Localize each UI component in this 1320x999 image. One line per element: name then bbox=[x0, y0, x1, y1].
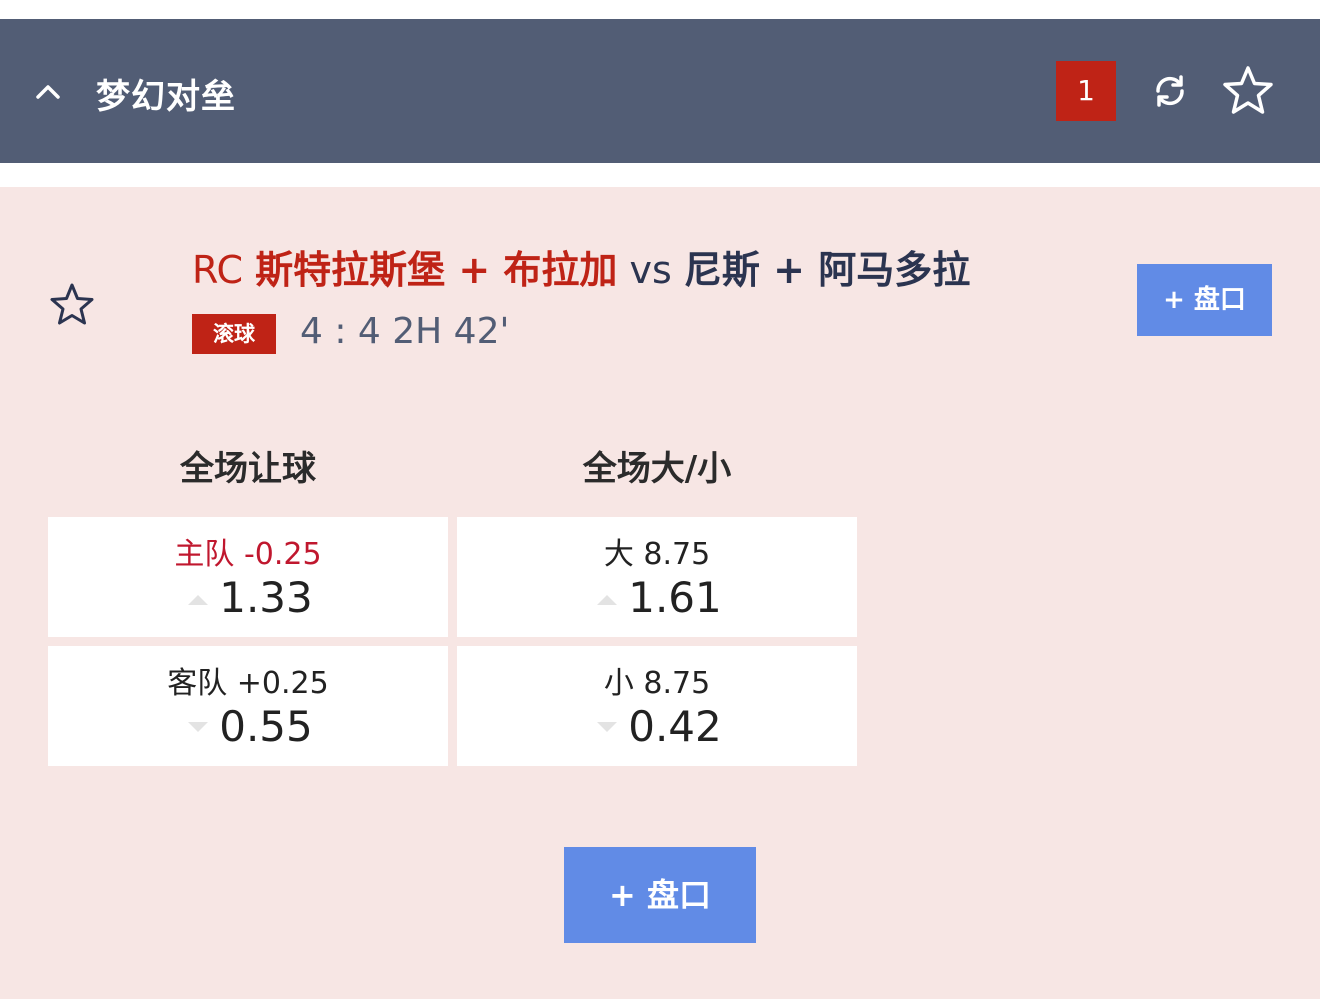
add-market-button[interactable]: + 盘口 bbox=[1137, 264, 1272, 336]
odds-label: 小 8.75 bbox=[603, 666, 711, 701]
odds-value: 1.33 bbox=[219, 573, 313, 622]
match-count-badge: 1 bbox=[1056, 61, 1116, 121]
handicap-column-title: 全场让球 bbox=[180, 449, 316, 489]
add-market-bottom-button[interactable]: + 盘口 bbox=[564, 847, 756, 943]
vs-label: vs bbox=[617, 248, 684, 292]
chevron-up-icon[interactable] bbox=[28, 71, 68, 111]
odds-cell-under[interactable]: 小 8.75 0.42 bbox=[457, 646, 857, 766]
star-outline-icon[interactable] bbox=[1220, 63, 1276, 119]
totals-column-title: 全场大/小 bbox=[582, 449, 732, 489]
odds-cell-over[interactable]: 大 8.75 1.61 bbox=[457, 517, 857, 637]
odds-label: 主队 -0.25 bbox=[174, 537, 322, 572]
away-team: 尼斯 + 阿马多拉 bbox=[683, 248, 971, 292]
live-badge: 滚球 bbox=[192, 314, 276, 354]
odds-label: 客队 +0.25 bbox=[167, 666, 329, 701]
odds-label: 大 8.75 bbox=[603, 537, 711, 572]
odds-value: 0.55 bbox=[219, 702, 313, 751]
odds-cell-home-handicap[interactable]: 主队 -0.25 1.33 bbox=[48, 517, 448, 637]
competition-title: 梦幻对垒 bbox=[96, 77, 236, 117]
refresh-icon[interactable] bbox=[1148, 69, 1192, 113]
odds-value: 1.61 bbox=[628, 573, 722, 622]
match-panel: RC 斯特拉斯堡 + 布拉加 vs 尼斯 + 阿马多拉 滚球 4 : 4 2H … bbox=[0, 187, 1320, 999]
score-time: 4 : 4 2H 42' bbox=[300, 311, 510, 352]
match-favorite-star-icon[interactable] bbox=[44, 277, 100, 333]
competition-header: 梦幻对垒 1 bbox=[0, 19, 1320, 163]
odds-value: 0.42 bbox=[628, 702, 722, 751]
home-team: RC 斯特拉斯堡 + 布拉加 bbox=[192, 248, 618, 292]
odds-cell-away-handicap[interactable]: 客队 +0.25 0.55 bbox=[48, 646, 448, 766]
match-title[interactable]: RC 斯特拉斯堡 + 布拉加 vs 尼斯 + 阿马多拉 bbox=[192, 239, 970, 294]
